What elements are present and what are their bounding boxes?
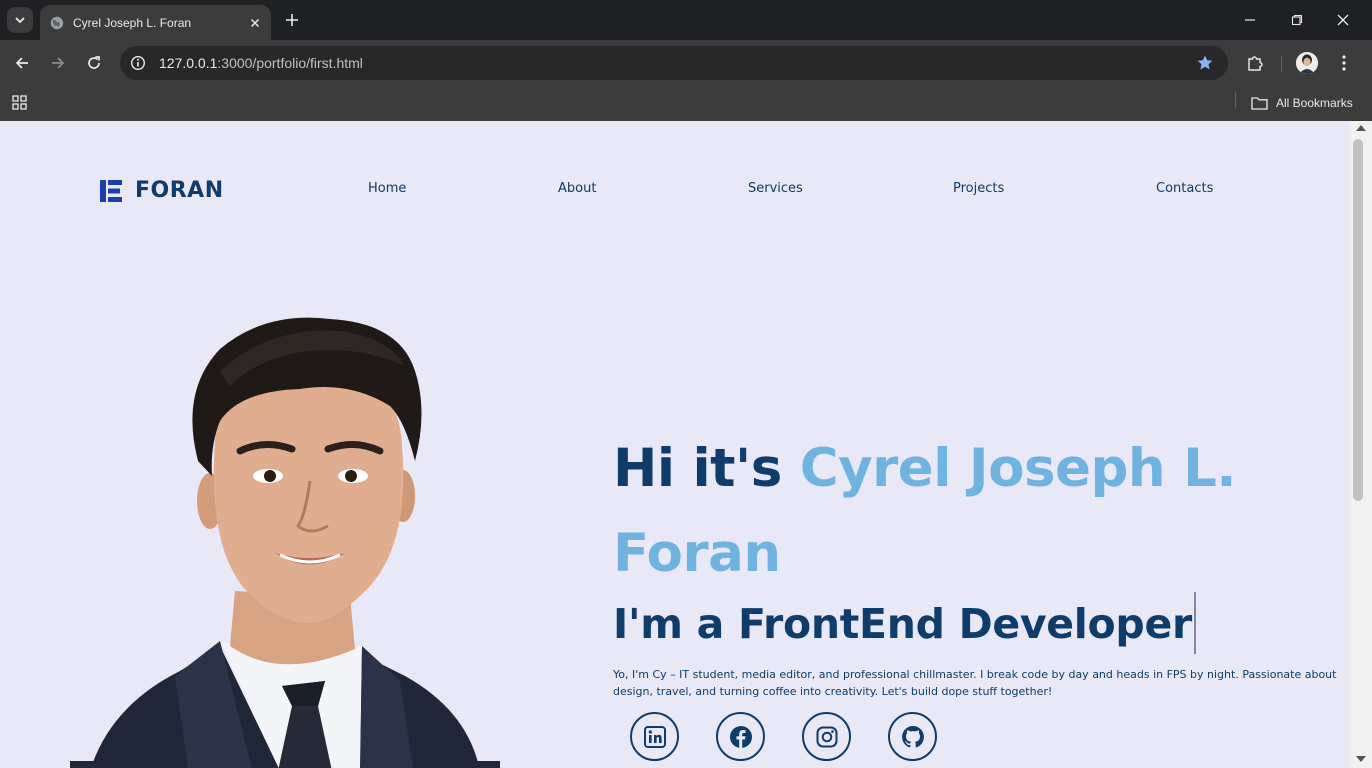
tab-title: Cyrel Joseph L. Foran — [73, 15, 192, 30]
instagram-icon — [816, 726, 837, 747]
facebook-link[interactable] — [716, 712, 765, 761]
restore-button[interactable] — [1285, 8, 1309, 32]
linkedin-link[interactable] — [630, 712, 679, 761]
reload-button[interactable] — [82, 51, 106, 75]
nav-link-about[interactable]: About — [558, 181, 596, 196]
social-links — [630, 712, 974, 761]
instagram-link[interactable] — [802, 712, 851, 761]
restore-icon — [1291, 14, 1303, 26]
profile-photo — [70, 317, 500, 768]
all-bookmarks-button[interactable]: All Bookmarks — [1251, 92, 1353, 114]
nav-link-home[interactable]: Home — [368, 181, 406, 196]
tab-close-button[interactable] — [247, 15, 263, 31]
extensions-button[interactable] — [1243, 51, 1267, 75]
more-vert-icon — [1342, 55, 1346, 71]
close-icon — [250, 18, 260, 27]
tab-strip: Cyrel Joseph L. Foran — [0, 0, 1372, 40]
hero-greeting: Hi it's — [613, 438, 800, 499]
page-viewport: FORAN Home About Services Projects Conta… — [0, 121, 1350, 768]
address-bar[interactable]: 127.0.0.1:3000/portfolio/first.html — [120, 46, 1228, 80]
apps-grid-icon[interactable] — [11, 94, 29, 112]
arrow-right-icon — [52, 57, 65, 69]
bookmarks-bar: All Bookmarks — [0, 86, 1372, 121]
browser-toolbar: 127.0.0.1:3000/portfolio/first.html — [0, 40, 1372, 86]
tab-search-button[interactable] — [7, 7, 33, 33]
hero-role-text: I'm a FrontEnd Developer — [613, 600, 1192, 648]
github-icon — [901, 725, 924, 747]
back-button[interactable] — [10, 51, 34, 75]
forward-button[interactable] — [46, 51, 70, 75]
all-bookmarks-label: All Bookmarks — [1276, 96, 1353, 110]
page-scrollbar[interactable] — [1350, 121, 1372, 768]
hero-role: I'm a FrontEnd Developer — [613, 592, 1196, 658]
url-path: :3000/portfolio/first.html — [217, 55, 363, 71]
hero-heading: Hi it's Cyrel Joseph L. Foran — [613, 426, 1333, 596]
new-tab-button[interactable] — [282, 10, 302, 30]
logo-text: FORAN — [135, 178, 224, 203]
scrollbar-thumb[interactable] — [1353, 139, 1363, 501]
linkedin-icon — [643, 725, 666, 748]
scroll-up-arrow[interactable] — [1356, 125, 1366, 131]
github-link[interactable] — [888, 712, 937, 761]
hero-description: Yo, I'm Cy – IT student, media editor, a… — [613, 668, 1337, 698]
close-window-button[interactable] — [1331, 8, 1355, 32]
close-icon — [1337, 14, 1349, 26]
facebook-icon — [729, 725, 752, 748]
puzzle-icon — [1248, 56, 1263, 71]
minimize-icon — [1245, 19, 1255, 21]
arrow-left-icon — [15, 57, 28, 69]
chevron-down-icon — [15, 17, 25, 23]
reload-icon — [88, 56, 100, 69]
globe-icon — [50, 16, 64, 29]
url-text: 127.0.0.1:3000/portfolio/first.html — [159, 55, 363, 71]
profile-avatar[interactable] — [1296, 52, 1318, 74]
site-info-icon[interactable] — [129, 54, 147, 72]
scroll-down-arrow[interactable] — [1356, 756, 1366, 762]
nav-link-contacts[interactable]: Contacts — [1156, 181, 1213, 196]
bookmark-star-icon[interactable] — [1196, 54, 1214, 72]
nav-link-services[interactable]: Services — [748, 181, 803, 196]
bookmarks-divider — [1235, 92, 1236, 108]
toolbar-divider — [1281, 56, 1282, 72]
browser-tab[interactable]: Cyrel Joseph L. Foran — [40, 5, 271, 40]
nav-link-projects[interactable]: Projects — [953, 181, 1004, 196]
typing-caret — [1193, 592, 1196, 654]
minimize-button[interactable] — [1238, 8, 1262, 32]
site-logo[interactable]: FORAN — [100, 178, 224, 203]
url-host: 127.0.0.1 — [159, 55, 218, 71]
browser-menu-button[interactable] — [1333, 51, 1355, 75]
plus-icon — [286, 14, 298, 26]
logo-f-icon — [100, 179, 122, 202]
avatar-icon — [1296, 52, 1318, 74]
folder-icon — [1251, 97, 1268, 110]
